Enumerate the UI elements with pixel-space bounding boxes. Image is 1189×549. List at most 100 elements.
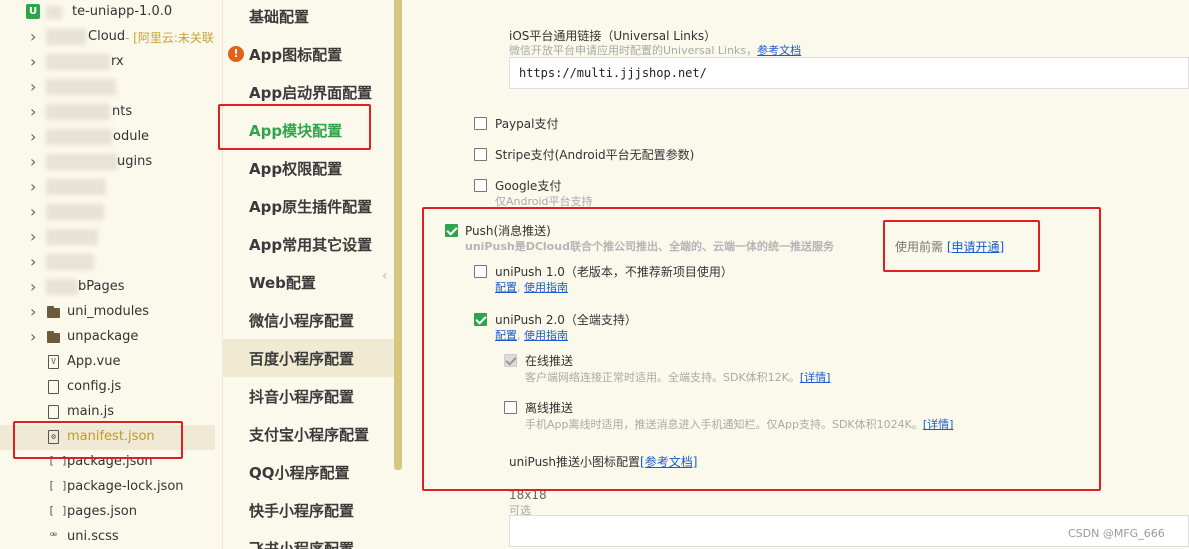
nav-item-app-modules[interactable]: App模块配置 <box>223 111 395 149</box>
tree-item-uni-scss[interactable]: ꟹ uni.scss <box>0 525 215 549</box>
tree-item-unpackage[interactable]: unpackage <box>0 325 215 350</box>
unipush2-guide-link[interactable]: 使用指南 <box>524 329 568 342</box>
vue-file-icon: V <box>48 355 59 369</box>
tree-item-uni-modules[interactable]: uni_modules <box>0 300 215 325</box>
nav-item-weixin[interactable]: 微信小程序配置 <box>223 301 395 339</box>
unipush1-checkbox[interactable] <box>474 265 487 278</box>
tree-item[interactable] <box>0 225 215 250</box>
chevron-right-icon[interactable] <box>30 131 40 143</box>
chevron-right-icon[interactable] <box>30 206 40 218</box>
scss-file-icon: ꟹ <box>49 529 58 543</box>
tree-item-cloud[interactable]: Cloud - [阿里云:未关联云 <box>0 25 215 50</box>
nav-item-app-permissions[interactable]: App权限配置 <box>223 149 395 187</box>
nav-item-app-native-plugins[interactable]: App原生插件配置 <box>223 187 395 225</box>
offline-push-label: 离线推送 <box>525 401 574 415</box>
tree-item[interactable] <box>0 75 215 100</box>
online-push-desc: 客户端网络连接正常时适用。全端支持。SDK体积12K。[详情] <box>525 369 830 385</box>
tree-item[interactable]: ugins <box>0 150 215 175</box>
tree-item[interactable]: bPages <box>0 275 215 300</box>
tree-item-label: main.js <box>67 404 114 419</box>
chevron-right-icon[interactable] <box>30 81 40 93</box>
nav-item-label: 百度小程序配置 <box>249 349 355 368</box>
tree-item-manifest-json[interactable]: manifest.json <box>0 425 215 450</box>
online-push-checkbox[interactable] <box>504 354 517 367</box>
tree-item-package-lock-json[interactable]: [ ] package-lock.json <box>0 475 215 500</box>
unipush2-config-link[interactable]: 配置 <box>495 329 517 342</box>
chevron-right-icon[interactable] <box>30 281 40 293</box>
nav-item-app-splash[interactable]: App启动界面配置 <box>223 73 395 111</box>
stripe-checkbox[interactable] <box>474 148 487 161</box>
chevron-right-icon[interactable] <box>30 331 40 343</box>
nav-item-web[interactable]: Web配置 <box>223 263 395 301</box>
unipush1-links: 配置, 使用指南 <box>495 281 568 294</box>
nav-scrollbar[interactable] <box>394 0 402 470</box>
chevron-right-icon[interactable] <box>30 306 40 318</box>
paypal-label: Paypal支付 <box>495 117 559 131</box>
nav-item-label: Web配置 <box>249 273 316 292</box>
tree-item-label: App.vue <box>67 354 121 369</box>
tree-item-label: rx <box>111 54 124 69</box>
json-file-icon: [ ] <box>48 504 68 517</box>
tree-item[interactable] <box>0 200 215 225</box>
tree-root[interactable]: U te-uniapp-1.0.0 <box>0 0 215 25</box>
unipush2-checkbox[interactable] <box>474 313 487 326</box>
chevron-right-icon[interactable] <box>30 106 40 118</box>
nav-item-alipay[interactable]: 支付宝小程序配置 <box>223 415 395 453</box>
project-file-tree: U te-uniapp-1.0.0 Cloud - [阿里云:未关联云 rx n… <box>0 0 215 549</box>
tree-item[interactable]: odule <box>0 125 215 150</box>
tree-item-config-js[interactable]: config.js <box>0 375 215 400</box>
offline-push-checkbox[interactable] <box>504 401 517 414</box>
tree-item-main-js[interactable]: main.js <box>0 400 215 425</box>
unipush1-config-link[interactable]: 配置 <box>495 281 517 294</box>
collapse-chevron-icon[interactable]: ‹ <box>382 268 394 290</box>
nav-item-label: App模块配置 <box>249 121 343 140</box>
js-file-icon <box>48 380 59 394</box>
tree-item-label: Cloud <box>88 29 126 44</box>
offline-push-detail-link[interactable]: [详情] <box>923 418 954 431</box>
small-icon-doc-link[interactable]: [参考文档] <box>640 455 697 469</box>
nav-item-app-icon[interactable]: ! App图标配置 <box>223 35 395 73</box>
chevron-right-icon[interactable] <box>30 181 40 193</box>
paypal-checkbox[interactable] <box>474 117 487 130</box>
nav-item-feishu[interactable]: 飞书小程序配置 <box>223 529 395 549</box>
tree-item[interactable]: rx <box>0 50 215 75</box>
online-push-label: 在线推送 <box>525 354 574 368</box>
tree-item-label: package-lock.json <box>67 479 184 494</box>
nav-item-label: QQ小程序配置 <box>249 463 350 482</box>
tree-item[interactable] <box>0 250 215 275</box>
universal-links-desc-text: 微信开放平台申请应用时配置的Universal Links， <box>509 44 758 57</box>
nav-item-basic[interactable]: 基础配置 <box>223 0 395 35</box>
offline-push-desc: 手机App离线时适用，推送消息进入手机通知栏。仅App支持。SDK体积1024K… <box>525 416 953 432</box>
settings-file-icon <box>48 430 59 444</box>
online-push-detail-link[interactable]: [详情] <box>800 371 831 384</box>
tree-item-app-vue[interactable]: V App.vue <box>0 350 215 375</box>
tree-item-label: uni_modules <box>67 304 150 319</box>
universal-links-input[interactable]: https://multi.jjjshop.net/ <box>509 57 1189 89</box>
chevron-right-icon[interactable] <box>30 31 40 43</box>
tree-item[interactable]: nts <box>0 100 215 125</box>
tree-item[interactable] <box>0 175 215 200</box>
push-apply-link[interactable]: [申请开通] <box>947 240 1004 254</box>
tree-item-package-json[interactable]: [ ] package.json <box>0 450 215 475</box>
nav-item-toutiao[interactable]: 抖音小程序配置 <box>223 377 395 415</box>
nav-item-app-other[interactable]: App常用其它设置 <box>223 225 395 263</box>
nav-item-kuaishou[interactable]: 快手小程序配置 <box>223 491 395 529</box>
universal-links-doc-link[interactable]: 参考文档 <box>757 44 801 57</box>
tree-item-pages-json[interactable]: [ ] pages.json <box>0 500 215 525</box>
chevron-right-icon[interactable] <box>30 256 40 268</box>
google-checkbox[interactable] <box>474 179 487 192</box>
chevron-right-icon[interactable] <box>30 231 40 243</box>
tree-item-label: ugins <box>117 154 153 169</box>
chevron-right-icon[interactable] <box>30 56 40 68</box>
unipush1-guide-link[interactable]: 使用指南 <box>524 281 568 294</box>
nav-item-label: 基础配置 <box>249 7 310 26</box>
unipush1-label: uniPush 1.0（老版本，不推荐新项目使用） <box>495 265 733 279</box>
chevron-right-icon[interactable] <box>30 156 40 168</box>
push-checkbox[interactable] <box>445 224 458 237</box>
nav-item-baidu[interactable]: 百度小程序配置 <box>223 339 395 377</box>
nav-item-label: 快手小程序配置 <box>249 501 355 520</box>
nav-item-qq[interactable]: QQ小程序配置 <box>223 453 395 491</box>
unipush2-label: uniPush 2.0（全端支持） <box>495 313 637 327</box>
tree-item-label: config.js <box>67 379 122 394</box>
folder-icon <box>47 306 63 318</box>
